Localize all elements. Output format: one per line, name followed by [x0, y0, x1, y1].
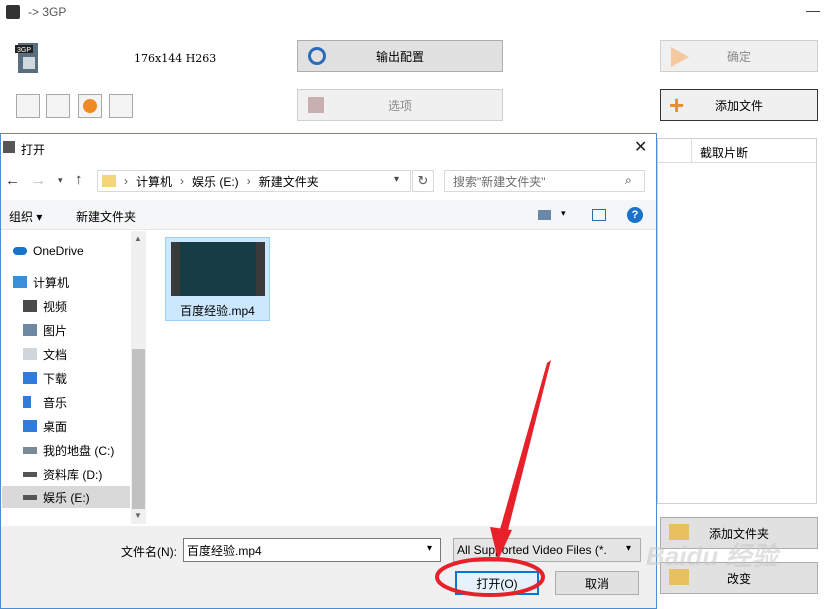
drive-icon — [23, 471, 37, 477]
app-icon — [6, 5, 20, 19]
play-button[interactable] — [78, 94, 102, 118]
file-item[interactable]: 百度经验.mp4 — [165, 237, 270, 321]
chevron-down-icon[interactable]: ▾ — [561, 208, 566, 219]
help-icon[interactable]: ? — [627, 207, 643, 223]
computer-icon — [13, 276, 27, 288]
up-arrow-icon[interactable]: ↑ — [75, 171, 83, 188]
chevron-down-icon[interactable]: ▾ — [626, 543, 631, 554]
cloud-icon — [13, 247, 27, 255]
documents-folder-icon — [23, 348, 37, 360]
nav-item-drive-e[interactable]: 娱乐 (E:) — [2, 486, 130, 508]
breadcrumb-drive[interactable]: 娱乐 (E:) — [192, 173, 239, 190]
open-file-dialog: 打开 ✕ ← → ▾ ↑ › 计算机 › 娱乐 (E:) › 新建文件夹 ▾ ↻… — [0, 133, 657, 609]
filetype-select[interactable]: All Supported Video Files (*. ▾ — [453, 538, 641, 562]
options-button[interactable]: 选项 — [297, 89, 503, 121]
scroll-down-icon[interactable]: ▼ — [134, 511, 142, 520]
search-input[interactable]: 搜索"新建文件夹" ⌕ — [444, 170, 645, 192]
organize-menu[interactable]: 组织 ▾ — [9, 208, 42, 225]
dialog-title: 打开 — [21, 143, 46, 157]
video-thumbnail-icon — [171, 242, 265, 296]
add-file-button[interactable]: + 添加文件 — [660, 89, 818, 121]
chevron-right-icon[interactable]: › — [180, 174, 184, 188]
film-options-icon — [308, 97, 324, 113]
file-name: 百度经验.mp4 — [180, 304, 255, 318]
filename-label: 文件名(N): — [121, 545, 177, 559]
breadcrumb-computer[interactable]: 计算机 — [136, 173, 172, 190]
breadcrumb-folder[interactable]: 新建文件夹 — [259, 173, 319, 190]
music-icon — [23, 396, 31, 408]
file-list-area: 百度经验.mp4 — [149, 231, 656, 524]
dialog-bottom-bar: 文件名(N): 百度经验.mp4 ▾ All Supported Video F… — [1, 526, 656, 608]
refresh-button[interactable]: ↻ — [412, 170, 434, 192]
nav-item-onedrive[interactable]: OneDrive — [13, 240, 143, 262]
scroll-up-icon[interactable]: ▲ — [134, 234, 142, 243]
chevron-down-icon[interactable]: ▾ — [394, 174, 399, 185]
desktop-icon — [23, 420, 37, 432]
nav-scrollbar[interactable]: ▲ ▼ — [131, 231, 146, 524]
svg-text:3GP: 3GP — [17, 47, 31, 54]
chevron-right-icon[interactable]: › — [247, 174, 251, 188]
dialog-toolbar: 组织 ▾ 新建文件夹 ▾ ? — [1, 200, 656, 230]
drive-icon — [23, 494, 37, 500]
video-folder-icon — [23, 300, 37, 312]
confirm-button[interactable]: 确定 — [660, 40, 818, 72]
close-icon[interactable]: ✕ — [634, 137, 647, 157]
cancel-button[interactable]: 取消 — [555, 571, 639, 595]
recent-dropdown-icon[interactable]: ▾ — [58, 175, 63, 186]
navigation-pane: OneDrive 计算机 视频 图片 文档 下载 音乐 桌面 我的地盘 (C:)… — [1, 231, 147, 524]
dialog-app-icon — [3, 141, 15, 153]
pictures-folder-icon — [23, 324, 37, 336]
plus-icon: + — [669, 90, 685, 120]
preview-pane-icon[interactable] — [592, 209, 606, 221]
filename-input[interactable]: 百度经验.mp4 ▾ — [183, 538, 441, 562]
format-info: 176x144 H263 — [134, 52, 217, 65]
info-button[interactable] — [109, 94, 133, 118]
3gp-format-icon: 3GP — [15, 43, 41, 73]
clear-list-button[interactable] — [46, 94, 70, 118]
nav-item-computer[interactable]: 计算机 — [13, 271, 143, 293]
drive-icon — [23, 446, 37, 454]
back-arrow-icon[interactable]: ← — [5, 172, 20, 189]
delete-item-button[interactable] — [16, 94, 40, 118]
arrow-right-icon — [671, 47, 689, 67]
scrollbar-thumb[interactable] — [132, 349, 145, 509]
file-list-panel: 截取片断 — [657, 138, 817, 504]
search-icon: ⌕ — [625, 173, 632, 187]
open-button[interactable]: 打开(O) — [455, 571, 539, 595]
dialog-titlebar: 打开 ✕ — [1, 134, 656, 162]
folder-icon — [102, 175, 116, 187]
forward-arrow-icon[interactable]: → — [31, 172, 46, 189]
new-folder-button[interactable]: 新建文件夹 — [76, 208, 136, 225]
window-title: -> 3GP — [28, 5, 67, 19]
column-header-clip[interactable]: 截取片断 — [700, 144, 748, 161]
search-placeholder: 搜索"新建文件夹" — [453, 174, 546, 189]
chevron-right-icon[interactable]: › — [124, 174, 128, 188]
downloads-icon — [23, 372, 37, 384]
column-header-divider — [691, 139, 692, 162]
chevron-down-icon[interactable]: ▾ — [427, 543, 432, 554]
watermark: Baidu 经验 — [646, 541, 778, 571]
view-options-icon[interactable] — [538, 210, 551, 220]
output-config-button[interactable]: 输出配置 — [297, 40, 503, 72]
minimize-icon[interactable]: — — [806, 2, 820, 18]
gear-icon — [308, 47, 326, 65]
address-bar[interactable]: › 计算机 › 娱乐 (E:) › 新建文件夹 ▾ — [97, 170, 411, 192]
